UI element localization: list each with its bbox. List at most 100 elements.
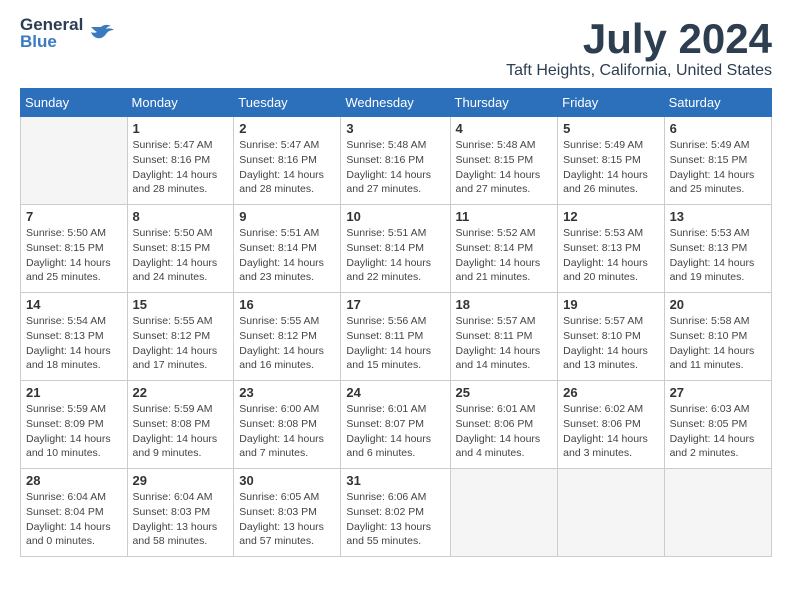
day-number: 10 xyxy=(346,209,444,224)
calendar-cell xyxy=(450,469,558,557)
day-detail: Sunrise: 5:58 AM Sunset: 8:10 PM Dayligh… xyxy=(670,314,766,373)
day-detail: Sunrise: 6:01 AM Sunset: 8:07 PM Dayligh… xyxy=(346,402,444,461)
day-number: 18 xyxy=(456,297,553,312)
header-friday: Friday xyxy=(558,89,664,117)
calendar-table: SundayMondayTuesdayWednesdayThursdayFrid… xyxy=(20,88,772,557)
day-number: 8 xyxy=(133,209,229,224)
calendar-cell: 24Sunrise: 6:01 AM Sunset: 8:07 PM Dayli… xyxy=(341,381,450,469)
day-detail: Sunrise: 5:52 AM Sunset: 8:14 PM Dayligh… xyxy=(456,226,553,285)
calendar-cell: 11 Sunrise: 5:52 AM Sunset: 8:14 PM Dayli… xyxy=(450,205,558,293)
month-title: July 2024 xyxy=(506,16,772,62)
header: General Blue July 2024 Taft Heights, Cal… xyxy=(20,16,772,80)
calendar-cell xyxy=(21,117,128,205)
day-number: 20 xyxy=(670,297,766,312)
day-number: 23 xyxy=(239,385,335,400)
calendar-cell: 14Sunrise: 5:54 AM Sunset: 8:13 PM Dayli… xyxy=(21,293,128,381)
calendar-cell: 26 Sunrise: 6:02 AM Sunset: 8:06 PM Dayli… xyxy=(558,381,664,469)
calendar-cell: 18Sunrise: 5:57 AM Sunset: 8:11 PM Dayli… xyxy=(450,293,558,381)
calendar-cell: 15Sunrise: 5:55 AM Sunset: 8:12 PM Dayli… xyxy=(127,293,234,381)
day-detail: Sunrise: 6:01 AM Sunset: 8:06 PM Dayligh… xyxy=(456,402,553,461)
day-detail: Sunrise: 5:50 AM Sunset: 8:15 PM Dayligh… xyxy=(133,226,229,285)
calendar-cell: 16 Sunrise: 5:55 AM Sunset: 8:12 PM Dayli… xyxy=(234,293,341,381)
header-wednesday: Wednesday xyxy=(341,89,450,117)
header-tuesday: Tuesday xyxy=(234,89,341,117)
day-detail: Sunrise: 5:53 AM Sunset: 8:13 PM Dayligh… xyxy=(563,226,658,285)
day-detail: Sunrise: 5:56 AM Sunset: 8:11 PM Dayligh… xyxy=(346,314,444,373)
day-number: 31 xyxy=(346,473,444,488)
logo-general: General xyxy=(20,16,83,33)
calendar-cell: 7Sunrise: 5:50 AM Sunset: 8:15 PM Daylig… xyxy=(21,205,128,293)
day-number: 30 xyxy=(239,473,335,488)
calendar-cell xyxy=(664,469,771,557)
day-number: 11 xyxy=(456,209,553,224)
day-number: 13 xyxy=(670,209,766,224)
header-thursday: Thursday xyxy=(450,89,558,117)
logo-blue: Blue xyxy=(20,33,83,50)
calendar-cell: 4 Sunrise: 5:48 AM Sunset: 8:15 PM Daylig… xyxy=(450,117,558,205)
day-number: 3 xyxy=(346,121,444,136)
day-number: 19 xyxy=(563,297,658,312)
day-detail: Sunrise: 5:55 AM Sunset: 8:12 PM Dayligh… xyxy=(239,314,335,373)
day-number: 5 xyxy=(563,121,658,136)
day-number: 22 xyxy=(133,385,229,400)
calendar-cell: 8 Sunrise: 5:50 AM Sunset: 8:15 PM Daylig… xyxy=(127,205,234,293)
calendar-cell: 12 Sunrise: 5:53 AM Sunset: 8:13 PM Dayli… xyxy=(558,205,664,293)
day-number: 21 xyxy=(26,385,122,400)
calendar-cell: 10 Sunrise: 5:51 AM Sunset: 8:14 PM Dayli… xyxy=(341,205,450,293)
day-number: 14 xyxy=(26,297,122,312)
day-number: 6 xyxy=(670,121,766,136)
day-number: 28 xyxy=(26,473,122,488)
day-number: 2 xyxy=(239,121,335,136)
header-saturday: Saturday xyxy=(664,89,771,117)
header-sunday: Sunday xyxy=(21,89,128,117)
day-number: 26 xyxy=(563,385,658,400)
day-detail: Sunrise: 5:59 AM Sunset: 8:08 PM Dayligh… xyxy=(133,402,229,461)
day-detail: Sunrise: 6:03 AM Sunset: 8:05 PM Dayligh… xyxy=(670,402,766,461)
calendar-cell: 2Sunrise: 5:47 AM Sunset: 8:16 PM Daylig… xyxy=(234,117,341,205)
calendar-cell: 19Sunrise: 5:57 AM Sunset: 8:10 PM Dayli… xyxy=(558,293,664,381)
calendar-cell xyxy=(558,469,664,557)
calendar-cell: 31Sunrise: 6:06 AM Sunset: 8:02 PM Dayli… xyxy=(341,469,450,557)
day-detail: Sunrise: 5:48 AM Sunset: 8:16 PM Dayligh… xyxy=(346,138,444,197)
calendar-header-row: SundayMondayTuesdayWednesdayThursdayFrid… xyxy=(21,89,772,117)
day-number: 16 xyxy=(239,297,335,312)
calendar-cell: 5 Sunrise: 5:49 AM Sunset: 8:15 PM Daylig… xyxy=(558,117,664,205)
day-number: 27 xyxy=(670,385,766,400)
calendar-cell: 22 Sunrise: 5:59 AM Sunset: 8:08 PM Dayli… xyxy=(127,381,234,469)
calendar-week-row: 14Sunrise: 5:54 AM Sunset: 8:13 PM Dayli… xyxy=(21,293,772,381)
calendar-cell: 20 Sunrise: 5:58 AM Sunset: 8:10 PM Dayli… xyxy=(664,293,771,381)
calendar-week-row: 21 Sunrise: 5:59 AM Sunset: 8:09 PM Dayli… xyxy=(21,381,772,469)
calendar-cell: 30Sunrise: 6:05 AM Sunset: 8:03 PM Dayli… xyxy=(234,469,341,557)
header-monday: Monday xyxy=(127,89,234,117)
calendar-cell: 6 Sunrise: 5:49 AM Sunset: 8:15 PM Daylig… xyxy=(664,117,771,205)
day-detail: Sunrise: 5:48 AM Sunset: 8:15 PM Dayligh… xyxy=(456,138,553,197)
logo: General Blue xyxy=(20,16,115,50)
day-detail: Sunrise: 5:51 AM Sunset: 8:14 PM Dayligh… xyxy=(239,226,335,285)
day-number: 15 xyxy=(133,297,229,312)
location-title: Taft Heights, California, United States xyxy=(506,62,772,80)
day-detail: Sunrise: 5:47 AM Sunset: 8:16 PM Dayligh… xyxy=(133,138,229,197)
day-detail: Sunrise: 5:53 AM Sunset: 8:13 PM Dayligh… xyxy=(670,226,766,285)
day-detail: Sunrise: 5:49 AM Sunset: 8:15 PM Dayligh… xyxy=(670,138,766,197)
day-number: 29 xyxy=(133,473,229,488)
calendar-cell: 1 Sunrise: 5:47 AM Sunset: 8:16 PM Daylig… xyxy=(127,117,234,205)
day-detail: Sunrise: 6:02 AM Sunset: 8:06 PM Dayligh… xyxy=(563,402,658,461)
day-number: 25 xyxy=(456,385,553,400)
day-detail: Sunrise: 5:59 AM Sunset: 8:09 PM Dayligh… xyxy=(26,402,122,461)
day-detail: Sunrise: 6:00 AM Sunset: 8:08 PM Dayligh… xyxy=(239,402,335,461)
day-detail: Sunrise: 5:49 AM Sunset: 8:15 PM Dayligh… xyxy=(563,138,658,197)
day-number: 12 xyxy=(563,209,658,224)
calendar-cell: 13 Sunrise: 5:53 AM Sunset: 8:13 PM Dayli… xyxy=(664,205,771,293)
calendar-cell: 25 Sunrise: 6:01 AM Sunset: 8:06 PM Dayli… xyxy=(450,381,558,469)
day-number: 7 xyxy=(26,209,122,224)
day-number: 17 xyxy=(346,297,444,312)
day-detail: Sunrise: 6:04 AM Sunset: 8:04 PM Dayligh… xyxy=(26,490,122,549)
calendar-cell: 21 Sunrise: 5:59 AM Sunset: 8:09 PM Dayli… xyxy=(21,381,128,469)
day-number: 9 xyxy=(239,209,335,224)
calendar-cell: 9 Sunrise: 5:51 AM Sunset: 8:14 PM Daylig… xyxy=(234,205,341,293)
calendar-cell: 29 Sunrise: 6:04 AM Sunset: 8:03 PM Dayli… xyxy=(127,469,234,557)
day-detail: Sunrise: 5:51 AM Sunset: 8:14 PM Dayligh… xyxy=(346,226,444,285)
day-number: 1 xyxy=(133,121,229,136)
day-detail: Sunrise: 6:04 AM Sunset: 8:03 PM Dayligh… xyxy=(133,490,229,549)
day-number: 4 xyxy=(456,121,553,136)
